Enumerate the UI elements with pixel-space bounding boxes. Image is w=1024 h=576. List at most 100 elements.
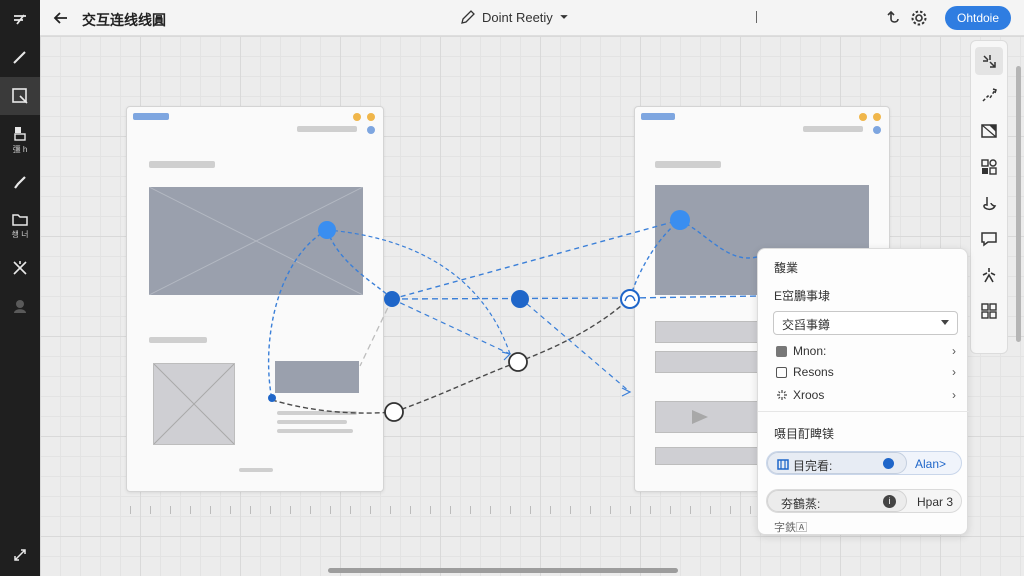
magic-icon: [13, 261, 27, 275]
text-line: [149, 337, 207, 343]
chevron-right-icon: ›: [952, 388, 956, 402]
logo-icon: [14, 14, 26, 25]
comment-icon: [981, 232, 997, 247]
image-icon: [981, 124, 997, 138]
option-row[interactable]: Mnon: ›: [776, 342, 956, 360]
option-row[interactable]: Resons ›: [776, 363, 956, 381]
undo-icon[interactable]: [885, 9, 903, 27]
back-arrow-icon[interactable]: [52, 9, 70, 27]
target-row-label: 目完看:: [793, 459, 833, 473]
connect-tool[interactable]: [975, 47, 1003, 75]
hand-gesture-icon: [983, 197, 997, 211]
delay-row[interactable]: 夯鶴蒸: i Hpar 3: [766, 489, 962, 513]
chevron-down-icon: [941, 320, 949, 325]
grid-icon: [981, 303, 997, 319]
toolbar-divider: [756, 11, 757, 23]
screen-header-bar: [641, 113, 675, 120]
logo-button[interactable]: [0, 4, 40, 36]
magic-tool[interactable]: [0, 252, 40, 284]
list-item-placeholder[interactable]: [655, 351, 765, 373]
text-line: [297, 126, 357, 132]
gesture-tool[interactable]: [975, 189, 1003, 217]
info-icon: i: [883, 495, 896, 508]
image-tool[interactable]: [975, 117, 1003, 145]
folder-label: 쇙 너: [11, 230, 29, 239]
window-dot: [873, 113, 881, 121]
pencil-icon: [461, 10, 475, 24]
window-dot: [353, 113, 361, 121]
target-indicator: [883, 458, 894, 469]
option-label: Xroos: [793, 388, 825, 402]
delay-row-label: 夯鶴蒸:: [781, 497, 821, 511]
checkbox[interactable]: [776, 345, 787, 357]
target-row-value: Alan>: [915, 457, 947, 471]
gear-icon[interactable]: [910, 9, 928, 27]
brush-tool[interactable]: [0, 165, 40, 199]
video-placeholder[interactable]: [655, 401, 765, 433]
select-frame-icon: [12, 88, 28, 104]
left-toolbar: 彊 h 쇙 너: [0, 0, 40, 576]
target-row[interactable]: 目完看: Alan>: [766, 451, 962, 475]
brush-icon: [14, 176, 26, 189]
window-dot: [873, 126, 881, 134]
option-row[interactable]: Xroos ›: [776, 386, 956, 404]
text-line: [149, 161, 215, 168]
image-placeholder[interactable]: [149, 187, 363, 295]
components-tool[interactable]: [975, 153, 1003, 181]
expand-icon: [14, 549, 26, 561]
mode-label: Doint Reetiy: [482, 9, 553, 25]
connect-icon: [983, 55, 996, 68]
sparkle-icon: [982, 268, 996, 283]
image-placeholder-small[interactable]: [153, 363, 235, 445]
text-line: [655, 161, 721, 168]
right-toolbar: [970, 40, 1008, 354]
list-item-placeholder[interactable]: [655, 447, 765, 465]
page-title: 交互连线线圓: [82, 12, 166, 28]
layers-label: 彊 h: [12, 145, 28, 154]
chevron-right-icon: ›: [952, 365, 956, 379]
chevron-down-icon: [560, 15, 568, 19]
layers-icon: [14, 127, 26, 141]
folder-icon: [12, 214, 28, 226]
window-dot: [367, 113, 375, 121]
interaction-properties-panel: 馥業 E窋鵬事埭 交舀事鐏 Mnon: › Resons › Xroos › 嗫…: [757, 248, 969, 535]
horizontal-scrollbar[interactable]: [328, 568, 678, 573]
vertical-scrollbar[interactable]: [1016, 66, 1021, 342]
expand-button[interactable]: [0, 540, 40, 570]
mode-dropdown[interactable]: Doint Reetiy: [460, 9, 569, 25]
folder-tool[interactable]: 쇙 너: [0, 205, 40, 245]
screen-header-bar: [133, 113, 169, 120]
screen-frame-left[interactable]: [126, 106, 384, 492]
text-line: [239, 468, 273, 472]
avatar-button[interactable]: [0, 290, 40, 322]
interaction-heading: E窋鵬事埭: [774, 289, 831, 303]
trigger-select-value: 交舀事鐏: [782, 318, 831, 332]
sparkle-settings-icon: [777, 390, 787, 400]
text-line: [277, 420, 347, 424]
draw-link-icon: [982, 88, 997, 102]
chevron-right-icon: ›: [952, 344, 956, 358]
text-line: [277, 411, 357, 415]
window-dot: [859, 113, 867, 121]
panel-section-title: 馥業: [774, 261, 799, 275]
draw-link-tool[interactable]: [975, 81, 1003, 109]
top-bar: 交互连线线圓 Doint Reetiy Ohtdoie: [40, 0, 1024, 36]
option-label: Mnon:: [793, 344, 827, 358]
grid-tool[interactable]: [975, 297, 1003, 325]
checkbox[interactable]: [776, 366, 787, 378]
target-heading: 嗫目酊睥镁: [774, 427, 835, 441]
components-icon: [981, 159, 997, 175]
select-frame-tool[interactable]: [0, 77, 40, 115]
list-item-placeholder[interactable]: [655, 321, 765, 343]
target-icon: [777, 459, 789, 470]
comment-tool[interactable]: [975, 225, 1003, 253]
trigger-select[interactable]: 交舀事鐏: [773, 311, 958, 335]
delay-row-value: Hpar 3: [917, 495, 954, 509]
publish-button[interactable]: Ohtdoie: [945, 6, 1011, 30]
pen-icon: [13, 51, 26, 64]
pen-tool[interactable]: [0, 40, 40, 74]
animate-tool[interactable]: [975, 261, 1003, 289]
button-placeholder[interactable]: [275, 361, 359, 393]
option-label: Resons: [793, 365, 834, 379]
layers-tool[interactable]: 彊 h: [0, 120, 40, 160]
